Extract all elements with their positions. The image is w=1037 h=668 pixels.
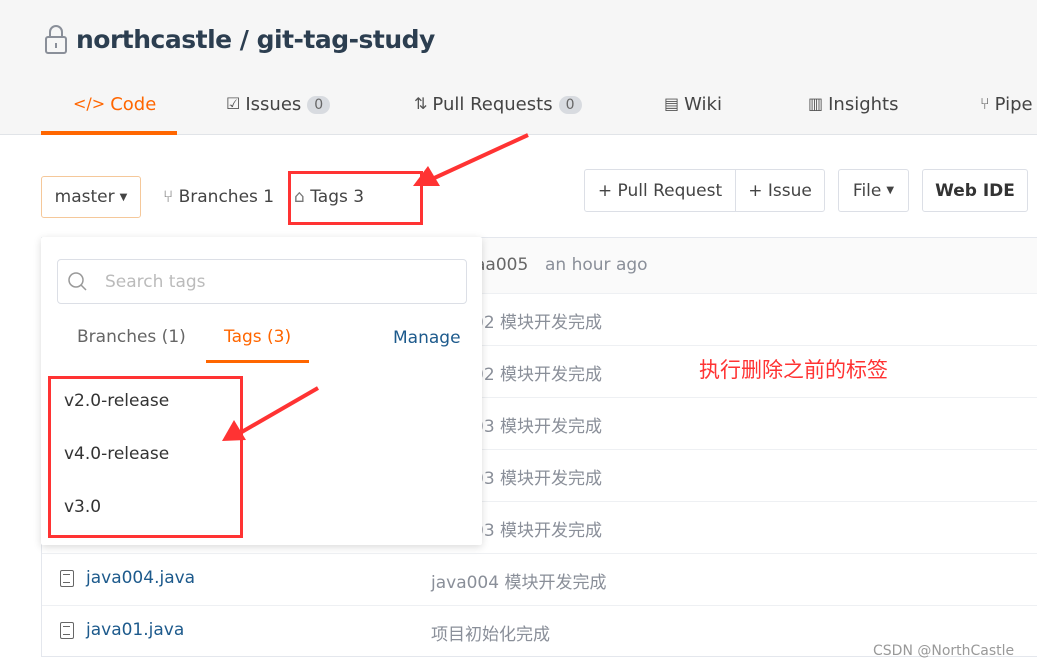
watermark: CSDN @NorthCastle — [873, 643, 1015, 659]
annotation-arrows — [222, 133, 529, 441]
annotation-text: 执行删除之前的标签 — [699, 358, 888, 382]
arrow-icon — [222, 386, 319, 441]
arrow-icon — [413, 133, 529, 186]
